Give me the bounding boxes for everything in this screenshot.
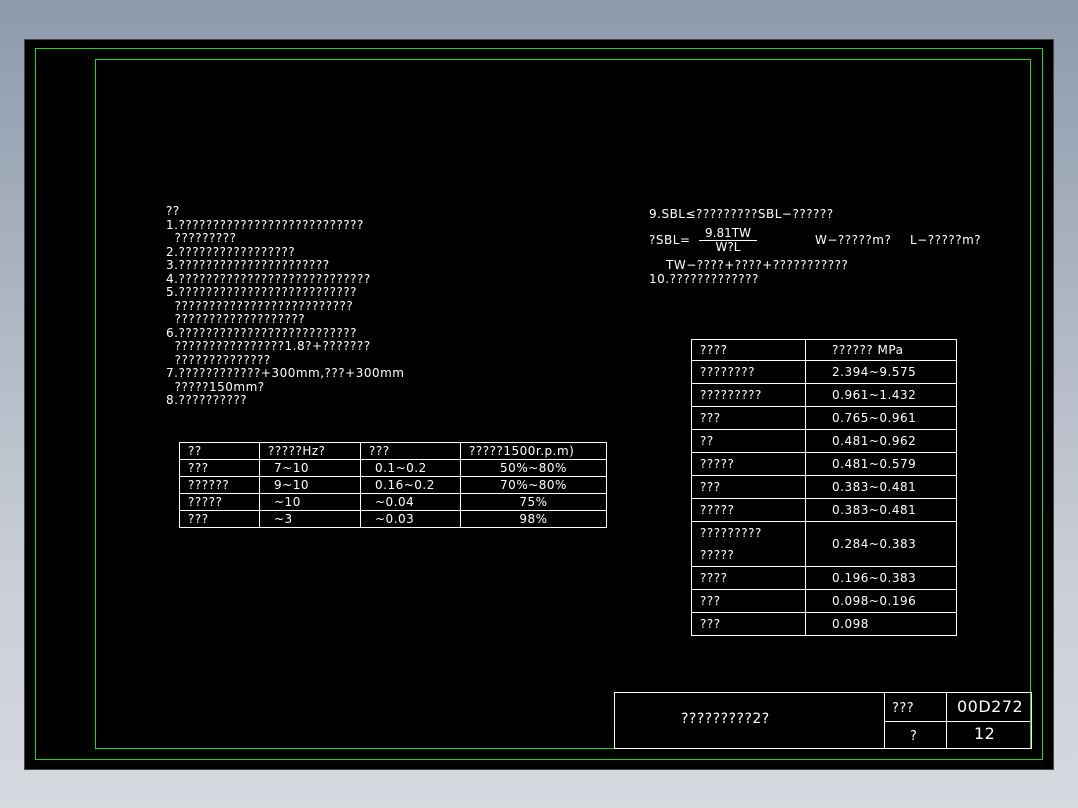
lt-header-2: ??? bbox=[360, 442, 461, 460]
table-cell: 75% bbox=[460, 493, 607, 511]
formula-denominator: W?L bbox=[715, 240, 741, 254]
title-block: ?????????2? ??? 00D272 ? 12 bbox=[614, 692, 1032, 749]
drawing-title: ?????????2? bbox=[681, 711, 770, 727]
table-cell: 0.1~0.2 bbox=[360, 459, 461, 477]
table-cell: 0.196~0.383 bbox=[805, 566, 957, 590]
vibration-table: ?? ?????Hz? ??? ?????1500r.p.m) ??? 7~10 0… bbox=[179, 442, 607, 528]
note-line: 6.?????????????????????????? bbox=[166, 325, 358, 340]
table-cell: 0.481~0.579 bbox=[805, 452, 957, 476]
atlas-number: 00D272 bbox=[957, 697, 1024, 716]
lt-header-0: ?? bbox=[179, 442, 260, 460]
table-cell: 9~10 bbox=[259, 476, 361, 494]
drawing-sheet: ?? 1.??????????????????????????? ???????… bbox=[25, 40, 1053, 769]
table-cell: ??? bbox=[691, 475, 806, 499]
note-line: 7.????????????+300mm,???+300mm bbox=[166, 366, 405, 380]
table-cell: 0.765~0.961 bbox=[805, 406, 957, 430]
note-line: 2.????????????????? bbox=[166, 244, 296, 259]
table-cell: ????????? ????? bbox=[691, 521, 806, 567]
table-cell: 98% bbox=[460, 510, 607, 528]
table-row: ???? 0.196~0.383 bbox=[691, 566, 957, 590]
page-number: 12 bbox=[974, 724, 996, 743]
table-row: ???????? 2.394~9.575 bbox=[691, 360, 957, 384]
rt-header-0: ???? bbox=[691, 339, 806, 361]
page-label: ? bbox=[910, 729, 918, 744]
table-row: ??? 0.765~0.961 bbox=[691, 406, 957, 430]
note-9: 9.SBL≤?????????SBL−?????? bbox=[649, 207, 834, 221]
note-line: ?????????????????????????? bbox=[166, 298, 354, 313]
pressure-table: ???? ?????? MPa ???????? 2.394~9.575?????… bbox=[691, 339, 957, 636]
formula-numerator: 9.81TW bbox=[705, 226, 751, 240]
table-cell: ~0.03 bbox=[360, 510, 461, 528]
table-cell: ~10 bbox=[259, 493, 361, 511]
note-line: ?????150mm? bbox=[166, 379, 265, 394]
table-row: ??? 0.383~0.481 bbox=[691, 475, 957, 499]
table-cell: ~3 bbox=[259, 510, 361, 528]
lt-header-1: ?????Hz? bbox=[259, 442, 361, 460]
table-row: ?????? 9~10 0.16~0.2 70%~80% bbox=[179, 476, 607, 494]
formula-tw: TW−????+????+??????????? bbox=[666, 258, 849, 272]
table-cell: ~0.04 bbox=[360, 493, 461, 511]
notes-heading: ?? bbox=[166, 204, 180, 218]
table-cell: ???? bbox=[691, 566, 806, 590]
table-row: ?? 0.481~0.962 bbox=[691, 429, 957, 453]
table-cell: ?????? bbox=[179, 476, 260, 494]
table-cell: 70%~80% bbox=[460, 476, 607, 494]
table-cell: ???????? bbox=[691, 360, 806, 384]
note-line: 5.?????????????????????????? bbox=[166, 285, 358, 299]
note-line: 3.?????????????????????? bbox=[166, 258, 330, 272]
note-line: 4.???????????????????????????? bbox=[166, 271, 371, 286]
table-cell: 0.383~0.481 bbox=[805, 498, 957, 522]
note-10: 10.????????????? bbox=[649, 272, 759, 286]
note-line: ????????????????1.8?+??????? bbox=[166, 339, 371, 353]
table-row: ????????? ????? 0.284~0.383 bbox=[691, 521, 957, 567]
note-line: ??????????????????? bbox=[166, 312, 306, 326]
table-cell: 0.284~0.383 bbox=[805, 521, 957, 567]
table-cell: ????????? bbox=[691, 383, 806, 407]
table-row: ????????? 0.961~1.432 bbox=[691, 383, 957, 407]
note-line: 8.?????????? bbox=[166, 393, 248, 407]
table-cell: 50%~80% bbox=[460, 459, 607, 477]
note-line: ?????????????? bbox=[166, 352, 271, 367]
table-cell: ??? bbox=[179, 459, 260, 477]
note-line: 1.??????????????????????????? bbox=[166, 217, 364, 232]
table-cell: ??? bbox=[691, 406, 806, 430]
table-row: ??? 7~10 0.1~0.2 50%~80% bbox=[179, 459, 607, 477]
lt-header-3: ?????1500r.p.m) bbox=[460, 442, 607, 460]
table-cell: ??? bbox=[691, 589, 806, 613]
table-cell: ??? bbox=[179, 510, 260, 528]
formula-w: W−?????m? bbox=[815, 233, 892, 247]
table-row: ??? ~3 ~0.03 98% bbox=[179, 510, 607, 528]
table-cell: ????? bbox=[691, 498, 806, 522]
table-cell: 0.16~0.2 bbox=[360, 476, 461, 494]
table-cell: 0.098 bbox=[805, 612, 957, 636]
formula-l: L−?????m? bbox=[910, 233, 982, 247]
table-cell: 0.383~0.481 bbox=[805, 475, 957, 499]
formula-prefix: ?SBL= bbox=[649, 233, 691, 247]
table-cell: 7~10 bbox=[259, 459, 361, 477]
table-cell: 2.394~9.575 bbox=[805, 360, 957, 384]
table-cell: ????? bbox=[691, 452, 806, 476]
table-row: ????? 0.481~0.579 bbox=[691, 452, 957, 476]
table-cell: 0.098~0.196 bbox=[805, 589, 957, 613]
atlas-label: ??? bbox=[892, 701, 915, 716]
table-cell: ????? bbox=[179, 493, 260, 511]
table-row: ??? 0.098 bbox=[691, 612, 957, 636]
note-line: ????????? bbox=[166, 231, 237, 245]
table-row: ????? ~10 ~0.04 75% bbox=[179, 493, 607, 511]
table-cell: ?? bbox=[691, 429, 806, 453]
table-row: ??? 0.098~0.196 bbox=[691, 589, 957, 613]
rt-header-1: ?????? MPa bbox=[805, 339, 957, 361]
table-cell: ??? bbox=[691, 612, 806, 636]
table-cell: 0.481~0.962 bbox=[805, 429, 957, 453]
table-cell: 0.961~1.432 bbox=[805, 383, 957, 407]
table-row: ????? 0.383~0.481 bbox=[691, 498, 957, 522]
